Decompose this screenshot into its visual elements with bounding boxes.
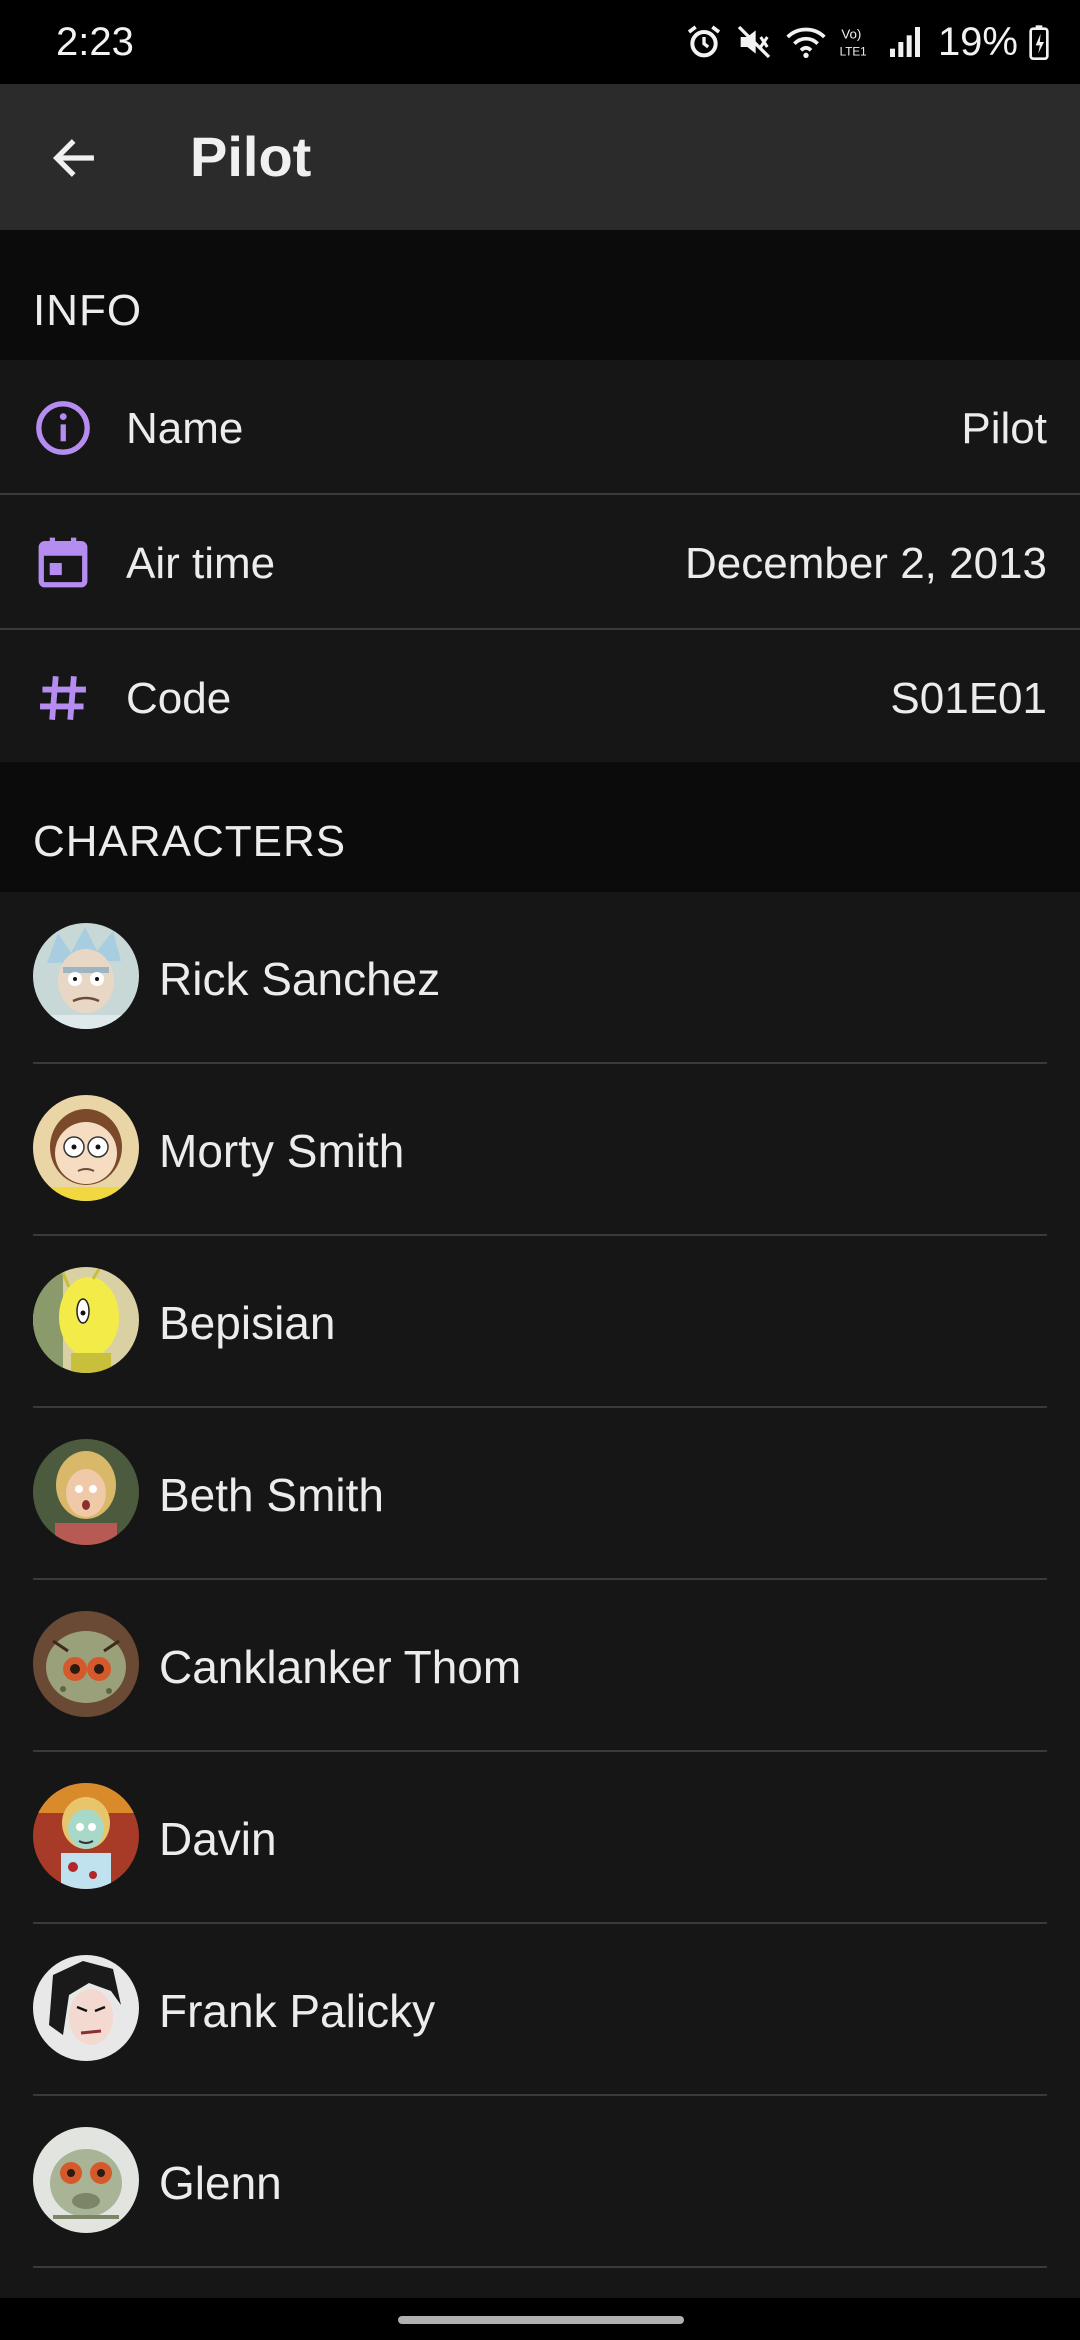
character-name: Beth Smith: [159, 1469, 384, 1521]
character-item-rick-sanchez[interactable]: Rick Sanchez: [33, 892, 1047, 1064]
signal-icon: [889, 27, 920, 57]
characters-section-title: CHARACTERS: [33, 817, 347, 866]
info-label: Code: [126, 674, 232, 723]
character-item-davin[interactable]: Davin: [33, 1752, 1047, 1924]
info-value: December 2, 2013: [685, 539, 1047, 588]
volte-icon: Vo) LTE1: [840, 27, 867, 59]
battery-charging-icon: [1029, 25, 1049, 60]
character-item-canklanker-thom[interactable]: Canklanker Thom: [33, 1580, 1047, 1752]
character-name: Bepisian: [159, 1297, 336, 1349]
status-icons: Vo) LTE1 19%: [684, 14, 1050, 70]
character-name: Canklanker Thom: [159, 1641, 522, 1693]
svg-text:LTE1: LTE1: [840, 45, 867, 58]
avatar: [33, 1095, 139, 1201]
character-list[interactable]: Rick Sanchez Morty Smith Bepisian Beth S…: [0, 892, 1080, 2298]
svg-text:Vo): Vo): [841, 27, 861, 42]
mute-icon: [737, 25, 771, 59]
info-row-code: Code S01E01: [0, 630, 1080, 765]
character-item-bepisian[interactable]: Bepisian: [33, 1236, 1047, 1408]
app-bar: Pilot: [0, 84, 1080, 230]
avatar: [33, 1267, 139, 1373]
character-item-glenn[interactable]: Glenn: [33, 2096, 1047, 2268]
character-name: Glenn: [159, 2157, 282, 2209]
avatar: [33, 2127, 139, 2233]
avatar: [33, 923, 139, 1029]
character-name: Davin: [159, 1813, 277, 1865]
hash-icon: [40, 676, 86, 720]
info-row-air-time: Air time December 2, 2013: [0, 495, 1080, 630]
navigation-bar: [0, 2298, 1080, 2340]
avatar: [33, 1955, 139, 2061]
character-item-frank-palicky[interactable]: Frank Palicky: [33, 1924, 1047, 2096]
wifi-icon: [786, 27, 826, 58]
info-section-header: INFO: [0, 230, 1080, 360]
avatar: [33, 1783, 139, 1889]
info-icon: [36, 401, 90, 455]
info-label: Name: [126, 404, 244, 453]
calendar-icon: [38, 537, 88, 588]
info-value: S01E01: [890, 674, 1047, 723]
character-item-morty-smith[interactable]: Morty Smith: [33, 1064, 1047, 1236]
info-value: Pilot: [961, 404, 1047, 453]
home-gesture-handle[interactable]: [398, 2316, 684, 2324]
status-time: 2:23: [56, 20, 134, 64]
battery-percent: 19%: [937, 19, 1018, 64]
avatar: [33, 1439, 139, 1545]
info-section-title: INFO: [33, 286, 143, 335]
character-name: Rick Sanchez: [159, 953, 441, 1005]
info-label: Air time: [126, 539, 276, 588]
characters-section-header: CHARACTERS: [0, 762, 1080, 892]
character-name: Frank Palicky: [159, 1985, 436, 2037]
character-item-beth-smith[interactable]: Beth Smith: [33, 1408, 1047, 1580]
alarm-icon: [687, 25, 721, 58]
info-list: Name Pilot Air time December 2, 2013 Cod…: [0, 360, 1080, 765]
back-button[interactable]: [36, 120, 112, 196]
arrow-back-icon: [52, 139, 94, 177]
status-bar: 2:23 Vo) LTE1 19%: [0, 0, 1080, 84]
avatar: [33, 1611, 139, 1717]
info-row-name: Name Pilot: [0, 360, 1080, 495]
character-name: Morty Smith: [159, 1125, 405, 1177]
page-title: Pilot: [190, 125, 312, 188]
